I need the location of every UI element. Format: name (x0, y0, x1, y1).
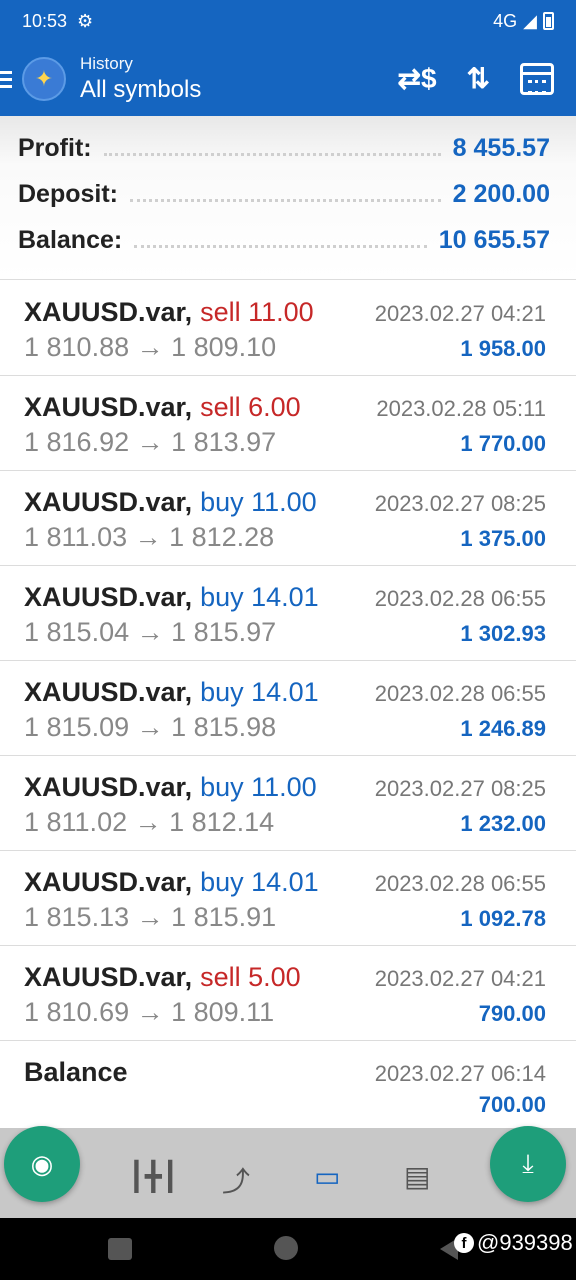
deal-volume: sell 6.00 (200, 392, 301, 422)
summary-label: Deposit: (18, 180, 118, 208)
title-block: History All symbols (80, 54, 201, 104)
toolbar-actions: ⇄$ ⇅ (397, 63, 554, 95)
deal-row[interactable]: XAUUSD.var, buy 14.01 2023.02.28 06:55 1 8… (0, 661, 576, 756)
deal-row[interactable]: XAUUSD.var, buy 11.00 2023.02.27 08:25 1 8… (0, 471, 576, 566)
deal-profit: 1 092.78 (460, 906, 546, 931)
calendar-icon[interactable] (520, 63, 554, 95)
watermark-text: @939398 (477, 1230, 573, 1255)
deal-time: 2023.02.28 06:55 (374, 681, 546, 706)
sort-icon[interactable]: ⇅ (467, 65, 490, 93)
news-icon[interactable]: ▤ (404, 1160, 430, 1193)
deal-profit: 1 232.00 (460, 811, 546, 836)
summary-dots (130, 188, 441, 202)
history-inbox-icon[interactable]: ▭ (314, 1160, 340, 1193)
summary-value: 8 455.57 (452, 134, 550, 162)
deal-symbol: Balance (24, 1057, 128, 1087)
deal-prices: 1 816.92 → 1 813.97 (24, 427, 277, 457)
eye-visibility-button[interactable]: ◉ (4, 1126, 80, 1202)
summary-row: Profit: 8 455.57 (18, 134, 550, 180)
deal-symbol: XAUUSD.var, (24, 867, 193, 897)
deal-time: 2023.02.27 04:21 (374, 966, 546, 991)
deal-volume: buy 14.01 (200, 582, 319, 612)
deal-profit: 1 302.93 (460, 621, 546, 646)
recents-button[interactable] (108, 1238, 132, 1260)
summary-label: Profit: (18, 134, 92, 162)
filter-currency-icon[interactable]: ⇄$ (397, 65, 436, 93)
deal-prices: 1 811.02 → 1 812.14 (24, 807, 275, 837)
deal-prices: 1 815.04 → 1 815.97 (24, 617, 277, 647)
app-root: 10:53 ⚙ 4G ◢ ✦ History All symbols ⇄$ ⇅ … (0, 0, 576, 1280)
deal-profit: 700.00 (478, 1092, 546, 1117)
summary-dots (134, 234, 427, 248)
balance-row[interactable]: Balance 2023.02.27 06:14 700.00 (0, 1041, 576, 1136)
signal-icon: ◢ (523, 10, 537, 31)
top-bar: ✦ History All symbols ⇄$ ⇅ (0, 42, 576, 116)
deal-symbol: XAUUSD.var, (24, 962, 193, 992)
deal-volume: buy 11.00 (200, 772, 317, 802)
status-time: 10:53 (22, 10, 68, 31)
status-bar: 10:53 ⚙ 4G ◢ (0, 0, 576, 42)
watermark: f @939398 (454, 1230, 573, 1256)
deal-row[interactable]: XAUUSD.var, sell 5.00 2023.02.27 04:21 1 8… (0, 946, 576, 1041)
deal-profit: 1 375.00 (460, 526, 546, 551)
deal-volume: buy 11.00 (200, 487, 317, 517)
home-button[interactable] (274, 1236, 298, 1260)
deal-time: 2023.02.27 04:21 (374, 301, 546, 326)
deal-row[interactable]: XAUUSD.var, sell 11.00 2023.02.27 04:21 1 … (0, 281, 576, 376)
summary-panel: Profit: 8 455.57 Deposit: 2 200.00 Balan… (0, 116, 576, 280)
deal-time: 2023.02.27 08:25 (374, 491, 546, 516)
deal-symbol: XAUUSD.var, (24, 772, 193, 802)
deal-profit: 790.00 (478, 1001, 546, 1026)
settings-gear-icon: ⚙ (77, 10, 94, 31)
summary-row: Deposit: 2 200.00 (18, 180, 550, 226)
status-right: 4G ◢ (493, 11, 554, 32)
app-logo-icon: ✦ (22, 57, 66, 101)
deal-symbol: XAUUSD.var, (24, 487, 193, 517)
chart-trend-icon[interactable]: ⤴ (222, 1160, 250, 1200)
eye-icon: ◉ (30, 1148, 54, 1179)
deal-volume: sell 5.00 (200, 962, 301, 992)
deal-row[interactable]: XAUUSD.var, buy 14.01 2023.02.28 06:55 1 8… (0, 851, 576, 946)
summary-value: 10 655.57 (438, 226, 550, 254)
summary-dots (103, 142, 441, 156)
deal-profit: 1 246.89 (460, 716, 546, 741)
deal-prices: 1 810.69 → 1 809.11 (24, 997, 275, 1027)
menu-icon[interactable] (0, 70, 16, 88)
download-button[interactable]: ⤓ (490, 1126, 566, 1202)
page-subtitle: History (80, 54, 133, 73)
deal-symbol: XAUUSD.var, (24, 677, 193, 707)
deal-time: 2023.02.28 06:55 (374, 871, 546, 896)
bottom-nav: ┃╋┃ ⤴ ▭ ▤ (0, 1128, 576, 1218)
summary-value: 2 200.00 (452, 180, 550, 208)
download-icon: ⤓ (522, 1148, 534, 1178)
deal-time: 2023.02.27 06:14 (374, 1061, 546, 1086)
deal-row[interactable]: XAUUSD.var, buy 14.01 2023.02.28 06:55 1 8… (0, 566, 576, 661)
deal-row[interactable]: XAUUSD.var, buy 11.00 2023.02.27 08:25 1 8… (0, 756, 576, 851)
deal-profit: 1 958.00 (460, 336, 546, 361)
summary-row: Balance: 10 655.57 (18, 226, 550, 272)
deal-row[interactable]: XAUUSD.var, sell 6.00 2023.02.28 05:11 1 8… (0, 376, 576, 471)
summary-label: Balance: (18, 226, 123, 254)
deal-volume: buy 14.01 (200, 867, 319, 897)
deal-prices: 1 811.03 → 1 812.28 (24, 522, 275, 552)
deal-prices: 1 815.13 → 1 815.91 (24, 902, 277, 932)
deal-symbol: XAUUSD.var, (24, 392, 193, 422)
symbol-selector[interactable]: All symbols (80, 76, 201, 104)
deal-volume: sell 11.00 (200, 297, 314, 327)
deal-time: 2023.02.28 06:55 (374, 586, 546, 611)
deal-list: XAUUSD.var, sell 11.00 2023.02.27 04:21 1 … (0, 281, 576, 1136)
deal-volume: buy 14.01 (200, 677, 319, 707)
deal-symbol: XAUUSD.var, (24, 297, 193, 327)
network-type: 4G (493, 10, 518, 31)
deal-prices: 1 810.88 → 1 809.10 (24, 332, 277, 362)
battery-icon (543, 12, 554, 30)
facebook-icon: f (454, 1233, 474, 1253)
deal-profit: 1 770.00 (460, 431, 546, 456)
deal-time: 2023.02.27 08:25 (374, 776, 546, 801)
deal-time: 2023.02.28 05:11 (376, 396, 546, 421)
candlestick-quotes-icon[interactable]: ┃╋┃ (128, 1160, 179, 1193)
deal-prices: 1 815.09 → 1 815.98 (24, 712, 277, 742)
deal-symbol: XAUUSD.var, (24, 582, 193, 612)
